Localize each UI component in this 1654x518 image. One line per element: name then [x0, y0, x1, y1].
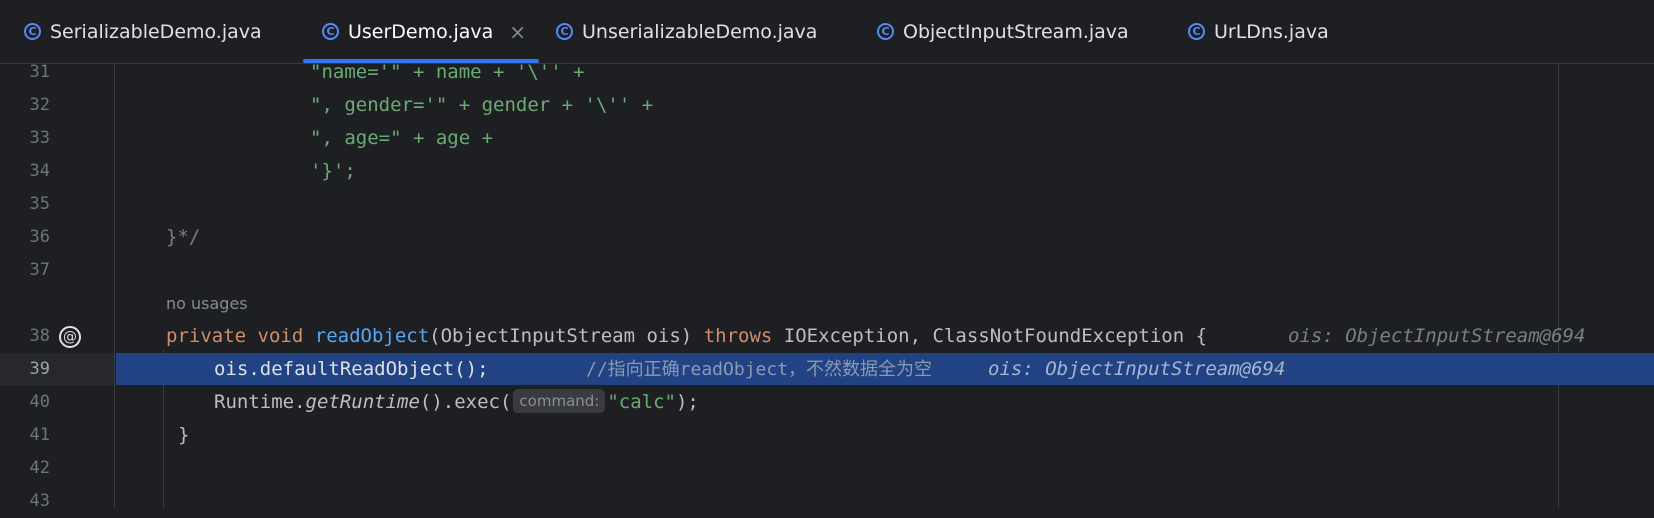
- exceptions: IOException, ClassNotFoundException {: [783, 325, 1208, 347]
- keyword: throws: [703, 325, 773, 347]
- tab-label: UrLDns.java: [1214, 20, 1329, 43]
- parameter-hint: command:: [513, 389, 606, 413]
- usages-inlay[interactable]: no usages: [166, 287, 248, 320]
- code-line-42[interactable]: 42: [0, 452, 1654, 485]
- debug-value-hint: ois: ObjectInputStream@694: [988, 358, 1286, 380]
- code-text: ", gender='" + gender + '\'' +: [310, 94, 654, 116]
- tab-serializable-demo[interactable]: C SerializableDemo.java: [24, 0, 262, 63]
- override-icon[interactable]: @: [59, 326, 81, 348]
- tab-object-input-stream[interactable]: C ObjectInputStream.java: [877, 0, 1129, 63]
- code-line-41[interactable]: 41 }: [0, 419, 1654, 452]
- tab-label: UnserializableDemo.java: [582, 20, 818, 43]
- class-icon: C: [322, 23, 339, 40]
- tab-label: ObjectInputStream.java: [903, 20, 1129, 43]
- class-icon: C: [1188, 23, 1205, 40]
- code-text: "name='" + name + '\'' +: [310, 61, 585, 83]
- params: (ObjectInputStream ois): [429, 325, 693, 347]
- call-chain: ().exec(: [419, 391, 512, 413]
- string-literal: "calc": [607, 391, 676, 413]
- code-text: }: [178, 424, 190, 446]
- debug-value-hint: ois: ObjectInputStream@694: [1288, 325, 1586, 347]
- line-number: 34: [29, 161, 50, 181]
- tab-label: SerializableDemo.java: [50, 20, 262, 43]
- class-icon: C: [556, 23, 573, 40]
- static-method: getRuntime: [305, 391, 420, 413]
- line-number: 39: [29, 359, 50, 379]
- line-number: 31: [29, 62, 50, 82]
- tab-unserializable-demo[interactable]: C UnserializableDemo.java: [556, 0, 817, 63]
- call-end: );: [675, 391, 699, 413]
- line-number: 33: [29, 128, 50, 148]
- code-text: ", age=" + age +: [310, 127, 494, 149]
- class-icon: C: [24, 23, 41, 40]
- code-comment: //指向正确readObject，不然数据全为空: [586, 359, 933, 380]
- class-icon: C: [877, 23, 894, 40]
- method-signature: private void readObject(ObjectInputStrea…: [166, 320, 1207, 353]
- line-number: 32: [29, 95, 50, 115]
- line-number: 38: [29, 326, 50, 346]
- code-editor[interactable]: 31 "name='" + name + '\'' + 32 ", gender…: [0, 61, 1654, 511]
- line-number: 36: [29, 227, 50, 247]
- line-number: 43: [29, 491, 50, 511]
- code-line-39[interactable]: 39 ois.defaultReadObject(); //指向正确readOb…: [0, 353, 1654, 386]
- keyword: private: [166, 325, 247, 347]
- line-number: 42: [29, 458, 50, 478]
- code-line-40[interactable]: 40 Runtime.getRuntime().exec(command: "ca…: [0, 386, 1654, 419]
- line-number: 35: [29, 194, 50, 214]
- code-line-33[interactable]: 33 ", age=" + age +: [0, 122, 1654, 155]
- class-ref: Runtime.: [214, 391, 306, 413]
- code-line-34[interactable]: 34 '}';: [0, 155, 1654, 188]
- code-line-36[interactable]: 36 }*/: [0, 221, 1654, 254]
- code-line-37[interactable]: 37: [0, 254, 1654, 287]
- code-text: ois.defaultReadObject();: [214, 358, 489, 380]
- line-number: 41: [29, 425, 50, 445]
- code-text: '}';: [310, 160, 356, 182]
- tab-user-demo[interactable]: C UserDemo.java ×: [322, 0, 526, 63]
- keyword: void: [257, 325, 304, 347]
- code-line-35[interactable]: 35: [0, 188, 1654, 221]
- code-text: }*/: [166, 226, 201, 248]
- code-text: Runtime.getRuntime().exec(command: "calc"…: [214, 386, 699, 419]
- close-icon[interactable]: ×: [509, 20, 526, 44]
- code-line-31[interactable]: 31 "name='" + name + '\'' +: [0, 56, 1654, 89]
- line-number: 40: [29, 392, 50, 412]
- code-line-32[interactable]: 32 ", gender='" + gender + '\'' +: [0, 89, 1654, 122]
- tab-label: UserDemo.java: [348, 20, 494, 43]
- code-line-43[interactable]: 43: [0, 485, 1654, 518]
- line-number: 37: [29, 260, 50, 280]
- tab-url-dns[interactable]: C UrLDns.java: [1188, 0, 1329, 63]
- code-line-38[interactable]: 38 @ private void readObject(ObjectInput…: [0, 320, 1654, 353]
- editor-tab-bar: C SerializableDemo.java C UserDemo.java …: [0, 0, 1654, 64]
- method-name: readObject: [314, 325, 430, 347]
